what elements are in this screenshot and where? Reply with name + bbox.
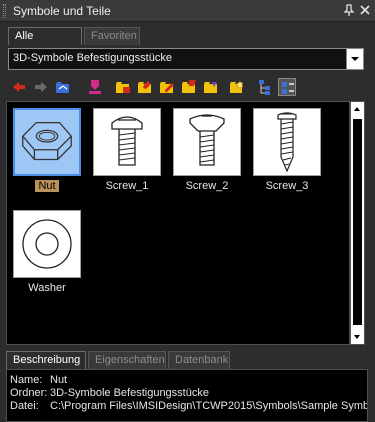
name-key: Name: <box>10 374 43 386</box>
folder-new-button[interactable] <box>136 78 154 96</box>
description-panel: Name: Nut Ordner: 3D-Symbole Befestigung… <box>6 369 368 422</box>
symbol-item-screw-2[interactable]: Screw_2 <box>171 104 243 198</box>
flat-head-screw-icon <box>189 114 225 166</box>
symbol-grid-scrollbar[interactable] <box>350 101 365 345</box>
washer-icon <box>22 219 72 269</box>
tab-favoriten[interactable]: Favoriten <box>84 27 140 45</box>
file-value: C:\Program Files\IMSIDesign\TCWP2015\Sym… <box>50 400 368 412</box>
tab-datenbank[interactable]: Datenbank <box>168 351 230 369</box>
insert-icon <box>89 80 101 94</box>
thumbnail-view-icon <box>282 82 294 94</box>
folder-edit-icon <box>160 82 174 93</box>
folder-delete-icon <box>182 80 196 93</box>
tab-beschreibung[interactable]: Beschreibung <box>6 351 86 369</box>
panel-title: Symbole und Teile <box>13 4 111 18</box>
folder-select-value: 3D-Symbole Befestigungsstücke <box>13 52 172 64</box>
pan-head-screw-icon <box>111 116 143 166</box>
symbol-thumbnail <box>93 108 161 176</box>
folder-key: Ordner: <box>10 387 48 399</box>
close-icon[interactable] <box>357 2 373 18</box>
symbol-thumbnail <box>13 108 81 176</box>
symbol-item-washer[interactable]: Washer <box>11 206 83 300</box>
back-button[interactable] <box>10 78 28 96</box>
name-value: Nut <box>50 374 68 386</box>
folder-select[interactable]: 3D-Symbole Befestigungsstücke <box>8 48 364 70</box>
tab-alle-symbole[interactable]: Alle Symbole <box>8 27 82 59</box>
symbol-label: Washer <box>28 282 66 294</box>
folder-add-icon <box>116 82 130 93</box>
symbol-item-screw-1[interactable]: Screw_1 <box>91 104 163 198</box>
folder-home-icon <box>56 82 69 93</box>
chevron-down-icon[interactable] <box>346 49 363 69</box>
symbol-label: Screw_2 <box>185 180 229 192</box>
symbol-grid: Nut Screw_1 Screw_2 Screw_3 Washer <box>6 101 350 345</box>
wood-screw-icon <box>277 112 297 173</box>
folder-value: 3D-Symbole Befestigungsstücke <box>50 387 209 399</box>
thumbnail-view-button[interactable] <box>278 78 296 96</box>
pin-icon[interactable] <box>341 2 357 18</box>
folder-edit-button[interactable] <box>158 78 176 96</box>
folder-properties-button[interactable] <box>202 78 220 96</box>
tab-eigenschaften[interactable]: Eigenschaften <box>88 351 166 369</box>
folder-delete-button[interactable] <box>180 78 198 96</box>
symbol-thumbnail <box>253 108 321 176</box>
arrow-left-icon <box>13 82 25 92</box>
symbol-item-screw-3[interactable]: Screw_3 <box>251 104 323 198</box>
symbol-label: Screw_3 <box>265 180 309 192</box>
folder-search-icon <box>230 80 244 93</box>
symbol-thumbnail <box>173 108 241 176</box>
symbol-thumbnail <box>13 210 81 278</box>
symbol-toolbar <box>8 76 368 98</box>
home-button[interactable] <box>54 78 72 96</box>
panel-titlebar: Symbole und Teile <box>0 0 375 22</box>
symbol-label: Screw_1 <box>105 180 149 192</box>
tree-view-button[interactable] <box>256 78 274 96</box>
folder-properties-icon <box>204 82 217 93</box>
folder-search-button[interactable] <box>228 78 246 96</box>
symbol-label: Nut <box>11 180 83 192</box>
arrow-right-icon <box>35 82 47 92</box>
symbol-item-nut[interactable]: Nut <box>11 104 83 198</box>
folder-new-icon <box>138 81 151 93</box>
insert-button[interactable] <box>86 78 104 96</box>
forward-button[interactable] <box>32 78 50 96</box>
file-key: Datei: <box>10 400 39 412</box>
folder-add-button[interactable] <box>114 78 132 96</box>
scroll-thumb[interactable] <box>353 119 362 325</box>
scroll-down-icon[interactable] <box>351 330 364 344</box>
tree-view-icon <box>259 80 270 95</box>
drag-grip[interactable] <box>3 4 6 18</box>
scroll-up-icon[interactable] <box>351 102 364 116</box>
hex-nut-icon <box>21 121 73 161</box>
